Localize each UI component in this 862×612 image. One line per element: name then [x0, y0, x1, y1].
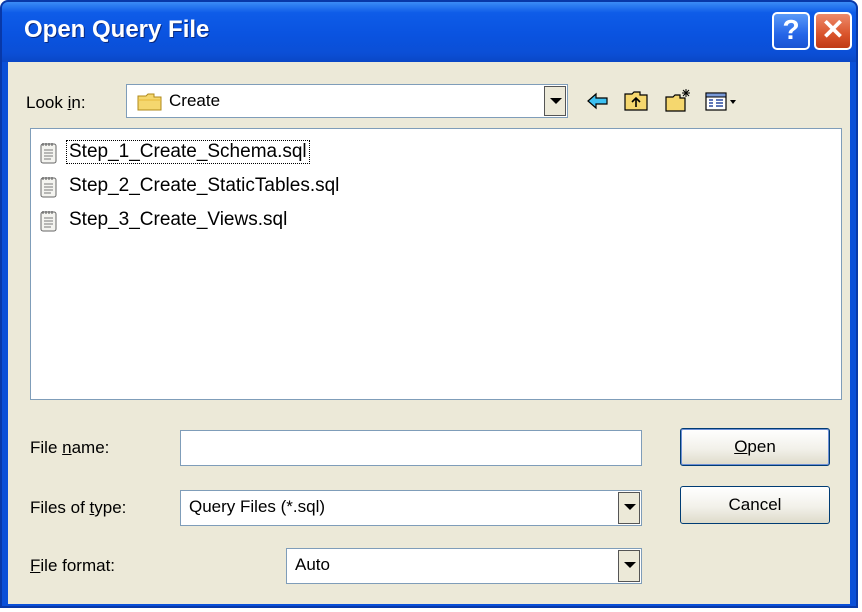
- file-name: Step_1_Create_Schema.sql: [66, 140, 310, 164]
- dialog-body: Look in: Create Step_1_Create_Schema.sql…: [8, 62, 850, 604]
- cancel-button[interactable]: Cancel: [680, 486, 830, 524]
- help-button[interactable]: ?: [772, 12, 810, 50]
- back-arrow-icon[interactable]: [584, 88, 612, 114]
- folder-icon: [137, 93, 162, 111]
- file-name-input[interactable]: [180, 430, 642, 466]
- file-name-label: File name:: [30, 438, 110, 457]
- file-name: Step_2_Create_StaticTables.sql: [69, 175, 340, 196]
- look-in-dropdown[interactable]: Create: [126, 84, 568, 118]
- sql-file-icon: [40, 177, 57, 198]
- sql-file-icon: [40, 211, 57, 232]
- file-format-dropdown-arrow[interactable]: [618, 550, 640, 582]
- files-of-type-dropdown-arrow[interactable]: [618, 492, 640, 524]
- file-format-value: Auto: [295, 555, 330, 574]
- file-name: Step_3_Create_Views.sql: [69, 209, 288, 230]
- view-menu-icon[interactable]: [704, 88, 740, 114]
- file-format-dropdown[interactable]: Auto: [286, 548, 642, 584]
- sql-file-icon: [40, 143, 57, 164]
- files-of-type-value: Query Files (*.sql): [189, 497, 326, 516]
- up-folder-icon[interactable]: [622, 88, 650, 114]
- new-folder-icon[interactable]: [664, 88, 692, 114]
- title-bar[interactable]: Open Query File ? ✕: [2, 2, 856, 62]
- file-format-label: File format:: [30, 556, 116, 575]
- file-list[interactable]: Step_1_Create_Schema.sql Step_2_Create_S…: [30, 128, 842, 400]
- files-of-type-dropdown[interactable]: Query Files (*.sql): [180, 490, 642, 526]
- look-in-label: Look in:: [26, 93, 86, 112]
- look-in-value: Create: [169, 91, 221, 110]
- look-in-dropdown-arrow[interactable]: [544, 86, 566, 116]
- open-button[interactable]: Open: [680, 428, 830, 466]
- close-button[interactable]: ✕: [814, 12, 852, 50]
- files-of-type-label: Files of type:: [30, 498, 127, 517]
- dialog-title: Open Query File: [24, 16, 210, 43]
- open-query-file-dialog: Open Query File ? ✕ Look in: Create Step…: [0, 0, 858, 608]
